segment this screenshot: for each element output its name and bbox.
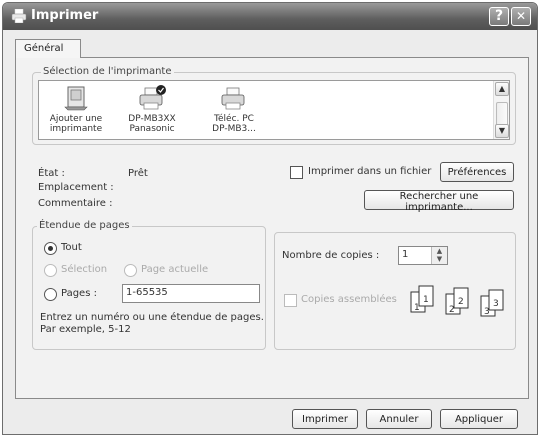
range-all-radio[interactable]	[44, 242, 57, 255]
scroll-down-icon[interactable]: ▼	[495, 124, 509, 138]
range-selection-radio[interactable]	[44, 264, 57, 277]
range-hint-line1: Entrez un numéro ou une étendue de pages…	[40, 312, 264, 323]
printer-selection-title: Sélection de l'imprimante	[41, 66, 174, 77]
status-value: Prêt	[128, 168, 148, 179]
title-bar: Imprimer ? ✕	[3, 3, 537, 30]
printer-item-dp-mb3xx-line2: Panasonic	[129, 124, 175, 134]
printer-item-telec-pc-line2: DP-MB3...	[212, 124, 256, 134]
page-range-title: Étendue de pages	[37, 220, 132, 231]
general-panel: Sélection de l'imprimante Ajouter une im…	[15, 57, 529, 399]
collate-checkbox[interactable]	[284, 294, 297, 307]
printer-list-scrollbar[interactable]: ▲ ▼	[493, 81, 509, 139]
pages-input[interactable]: 1-65535	[122, 284, 260, 303]
spin-down-icon[interactable]: ▼	[431, 255, 447, 264]
printer-item-add-line1: Ajouter une	[49, 114, 103, 124]
printer-title-icon	[11, 9, 27, 23]
collate-pages-icon: 11 22 33	[410, 285, 504, 317]
copies-label: Nombre de copies :	[282, 250, 380, 261]
svg-text:2: 2	[458, 297, 464, 307]
range-selection-label: Sélection	[61, 264, 108, 275]
status-label: État :	[38, 168, 65, 179]
preferences-button[interactable]: Préférences	[440, 162, 514, 182]
printer-item-dp-mb3xx-line1: DP-MB3XX	[128, 114, 176, 124]
copies-input[interactable]: 1 ▲ ▼	[398, 246, 448, 265]
printer-default-icon	[139, 85, 166, 110]
apply-button[interactable]: Appliquer	[440, 409, 518, 429]
print-to-file-label: Imprimer dans un fichier	[308, 166, 432, 177]
printer-list[interactable]: Ajouter une imprimante DP-MB3XX Panasoni…	[38, 80, 510, 140]
print-dialog: Imprimer ? ✕ Général Sélection de l'impr…	[2, 2, 538, 435]
range-all-label: Tout	[61, 242, 82, 253]
tab-general[interactable]: Général	[15, 39, 81, 58]
svg-text:2: 2	[449, 305, 455, 315]
print-to-file-checkbox[interactable]	[290, 166, 303, 179]
range-pages-radio[interactable]	[44, 288, 57, 301]
svg-text:1: 1	[423, 295, 429, 305]
help-button[interactable]: ?	[489, 7, 509, 26]
collate-label: Copies assemblées	[301, 294, 397, 305]
spin-up-icon[interactable]: ▲	[431, 247, 447, 255]
cancel-button[interactable]: Annuler	[366, 409, 432, 429]
find-printer-button[interactable]: Rechercher une imprimante...	[364, 190, 514, 213]
svg-text:3: 3	[484, 307, 490, 317]
scroll-up-icon[interactable]: ▲	[495, 82, 509, 96]
printer-item-dp-mb3xx[interactable]: DP-MB3XX Panasonic	[119, 85, 185, 134]
close-button[interactable]: ✕	[511, 7, 531, 26]
printer-item-telec-pc-line1: Téléc. PC	[214, 114, 254, 124]
window-title: Imprimer	[31, 8, 99, 23]
location-label: Emplacement :	[38, 182, 114, 193]
add-printer-icon	[64, 86, 88, 111]
comment-label: Commentaire :	[38, 198, 113, 209]
range-current-page-radio[interactable]	[124, 264, 137, 277]
printer-item-add[interactable]: Ajouter une imprimante	[45, 85, 107, 134]
print-button[interactable]: Imprimer	[292, 409, 358, 429]
printer-item-telec-pc[interactable]: Téléc. PC DP-MB3...	[201, 85, 267, 134]
tab-general-label: Général	[24, 43, 64, 54]
svg-text:1: 1	[414, 303, 420, 313]
range-current-page-label: Page actuelle	[141, 264, 209, 275]
printer-icon	[221, 87, 245, 110]
range-hint-line2: Par exemple, 5-12	[40, 324, 131, 335]
svg-text:3: 3	[493, 299, 499, 309]
printer-item-add-line2: imprimante	[49, 124, 103, 134]
copies-value: 1	[402, 249, 409, 260]
range-pages-label: Pages :	[61, 288, 97, 299]
